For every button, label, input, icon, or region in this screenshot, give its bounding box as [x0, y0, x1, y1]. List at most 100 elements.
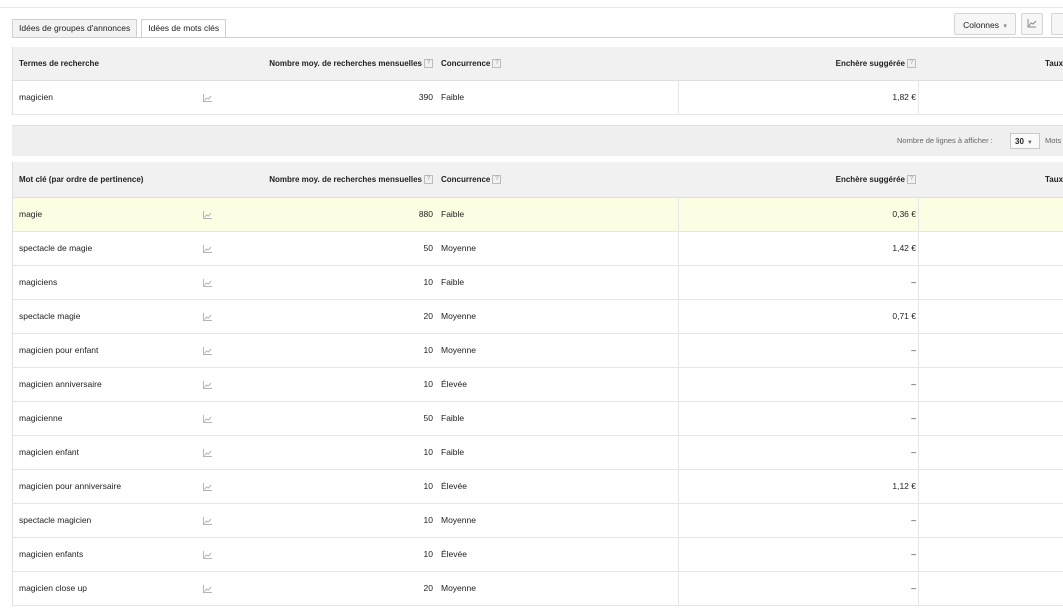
column-header-bid[interactable]: Enchère suggérée?: [678, 47, 918, 80]
column-header-volume-label: Nombre moy. de recherches mensuelles: [269, 59, 422, 68]
column-divider: [918, 538, 919, 571]
rows-per-page-select[interactable]: 30 ▼: [1010, 133, 1040, 149]
help-icon[interactable]: ?: [492, 175, 502, 185]
column-header-competition[interactable]: Concurrence?: [441, 162, 502, 197]
keyword-cell: magicien pour anniversaire: [19, 481, 122, 491]
keyword-cell: magicien close up: [19, 583, 88, 593]
table-row[interactable]: magicien 390 Faible 1,82 €: [13, 81, 1063, 115]
column-header-keyword[interactable]: Mot clé (par ordre de pertinence): [19, 162, 143, 197]
column-divider: [918, 232, 919, 265]
table-row[interactable]: magicien enfants 10 Élevée –: [13, 538, 1063, 572]
bid-cell: –: [911, 345, 916, 355]
search-terms-table: Termes de recherche Nombre moy. de reche…: [12, 47, 1063, 115]
table-row[interactable]: magicien close up 20 Moyenne –: [13, 572, 1063, 606]
help-icon[interactable]: ?: [492, 59, 502, 69]
column-header-volume[interactable]: Nombre moy. de recherches mensuelles?: [193, 47, 433, 80]
volume-cell: 390: [418, 92, 433, 102]
tab-keyword-ideas[interactable]: Idées de mots clés: [141, 19, 227, 38]
help-icon[interactable]: ?: [907, 59, 916, 69]
competition-cell: Faible: [441, 92, 465, 102]
column-divider: [918, 504, 919, 537]
volume-cell: 10: [423, 515, 433, 525]
chevron-down-icon: ▾: [1003, 23, 1007, 30]
keyword-cell: spectacle magicien: [19, 515, 92, 525]
column-header-competition-label: Concurrence: [441, 175, 491, 184]
rows-per-page-value: 30: [1015, 137, 1024, 146]
column-divider: [918, 266, 919, 299]
volume-cell: 10: [423, 345, 433, 355]
volume-cell: 10: [423, 277, 433, 287]
column-header-rate[interactable]: Taux: [1045, 47, 1063, 80]
table-row[interactable]: spectacle de magie 50 Moyenne 1,42 €: [13, 232, 1063, 266]
column-header-competition-label: Concurrence: [441, 59, 491, 68]
rows-per-page-bar: Nombre de lignes à afficher : 30▼ Mots c…: [12, 125, 1063, 175]
competition-cell: Faible: [441, 209, 465, 219]
competition-cell: Élevée: [441, 379, 467, 389]
table-row[interactable]: magicien enfant 10 Faible –: [13, 436, 1063, 470]
bid-cell: –: [911, 583, 916, 593]
columns-button[interactable]: Colonnes ▾: [954, 13, 1016, 35]
column-divider: [918, 300, 919, 333]
column-header-bid[interactable]: Enchère suggérée?: [678, 162, 918, 197]
tab-ad-group-ideas[interactable]: Idées de groupes d'annonces: [12, 19, 138, 37]
keyword-cell: magicien enfants: [19, 549, 84, 559]
volume-cell: 20: [423, 583, 433, 593]
column-header-competition[interactable]: Concurrence?: [441, 47, 502, 80]
competition-cell: Faible: [441, 413, 465, 423]
table-row[interactable]: spectacle magicien 10 Moyenne –: [13, 504, 1063, 538]
keyword-cell: magiciens: [19, 277, 58, 287]
competition-cell: Moyenne: [441, 311, 476, 321]
tab-bar: Idées de groupes d'annonces Idées de mot…: [12, 19, 230, 38]
help-icon[interactable]: ?: [424, 59, 433, 69]
bid-cell: –: [911, 379, 916, 389]
volume-cell: 20: [423, 311, 433, 321]
bid-cell: –: [911, 447, 916, 457]
help-icon[interactable]: ?: [424, 175, 433, 185]
competition-cell: Élevée: [441, 481, 467, 491]
chart-toggle-button[interactable]: [1021, 13, 1043, 35]
competition-cell: Moyenne: [441, 583, 476, 593]
table-row[interactable]: magicien pour enfant 10 Moyenne –: [13, 334, 1063, 368]
bid-cell: 0,71 €: [892, 311, 916, 321]
keyword-ideas-table: Mot clé (par ordre de pertinence) Nombre…: [12, 162, 1063, 606]
keyword-cell: magicien enfant: [19, 447, 80, 457]
column-divider: [918, 572, 919, 605]
table-row[interactable]: magicien anniversaire 10 Élevée –: [13, 368, 1063, 402]
competition-cell: Moyenne: [441, 515, 476, 525]
volume-cell: 10: [423, 379, 433, 389]
table-row[interactable]: magie 880 Faible 0,36 €: [13, 198, 1063, 232]
table-row[interactable]: spectacle magie 20 Moyenne 0,71 €: [13, 300, 1063, 334]
competition-cell: Faible: [441, 447, 465, 457]
keyword-cell: spectacle de magie: [19, 243, 93, 253]
bid-cell: 1,12 €: [892, 481, 916, 491]
chevron-down-icon: ▼: [1026, 140, 1033, 146]
column-divider: [918, 402, 919, 435]
column-divider: [918, 368, 919, 401]
column-header-keyword: Termes de recherche: [19, 59, 99, 68]
download-button[interactable]: [1051, 13, 1063, 35]
help-icon[interactable]: ?: [907, 175, 916, 185]
table-row[interactable]: magicienne 50 Faible –: [13, 402, 1063, 436]
column-header-volume[interactable]: Nombre moy. de recherches mensuelles?: [193, 162, 433, 197]
keyword-cell: magicien: [19, 92, 54, 102]
bid-cell: –: [911, 413, 916, 423]
keyword-cell: spectacle magie: [19, 311, 81, 321]
volume-cell: 50: [423, 243, 433, 253]
volume-cell: 10: [423, 447, 433, 457]
column-header-rate[interactable]: Taux: [1045, 162, 1063, 197]
table-row[interactable]: magiciens 10 Faible –: [13, 266, 1063, 300]
line-chart-icon: [1027, 18, 1037, 30]
competition-cell: Moyenne: [441, 345, 476, 355]
keyword-cell: magicien anniversaire: [19, 379, 102, 389]
keyword-cell: magie: [19, 209, 43, 219]
columns-button-label: Colonnes: [963, 20, 1000, 30]
competition-cell: Faible: [441, 277, 465, 287]
bid-cell: –: [911, 277, 916, 287]
column-header-bid-label: Enchère suggérée: [835, 59, 905, 68]
keyword-cell: magicienne: [19, 413, 63, 423]
volume-cell: 50: [423, 413, 433, 423]
column-divider: [918, 334, 919, 367]
keyword-cell: magicien pour enfant: [19, 345, 99, 355]
table-row[interactable]: magicien pour anniversaire 10 Élevée 1,12 €: [13, 470, 1063, 504]
column-divider: [918, 81, 919, 114]
